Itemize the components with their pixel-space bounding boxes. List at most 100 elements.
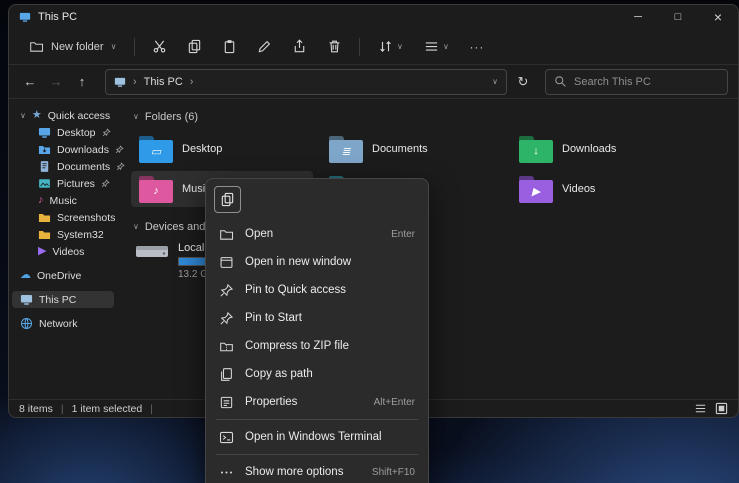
maximize-button[interactable]: □ bbox=[658, 5, 698, 29]
cut-button[interactable] bbox=[143, 33, 176, 61]
folder-icon bbox=[38, 211, 51, 224]
sidebar-quick-access[interactable]: ∨ ★ Quick access bbox=[12, 107, 114, 124]
document-icon bbox=[38, 160, 51, 173]
this-pc-icon bbox=[19, 11, 31, 23]
window-title: This PC bbox=[38, 11, 77, 23]
navigation-pane: ∨ ★ Quick access Desktop Downloads Docum… bbox=[9, 99, 117, 399]
folder-icon: ♪ bbox=[139, 176, 173, 203]
menu-item-open-in-new-window[interactable]: Open in new window bbox=[210, 248, 424, 276]
sort-button[interactable]: ∨ bbox=[368, 33, 412, 61]
menu-item-compress-to-zip[interactable]: Compress to ZIP file bbox=[210, 332, 424, 360]
details-view-button[interactable] bbox=[694, 402, 707, 415]
folder-name: Downloads bbox=[562, 143, 616, 155]
sidebar-item-onedrive[interactable]: ☁ OneDrive bbox=[12, 267, 114, 284]
this-pc-icon bbox=[114, 76, 126, 88]
music-note-icon: ♪ bbox=[38, 195, 44, 206]
folder-name: Documents bbox=[372, 143, 428, 155]
new-folder-icon bbox=[29, 39, 44, 54]
chevron-down-icon: ∨ bbox=[20, 112, 26, 120]
menu-item-copy-as-path[interactable]: Copy as path bbox=[210, 360, 424, 388]
view-button[interactable]: ∨ bbox=[414, 33, 458, 61]
items-count: 8 items bbox=[19, 403, 53, 415]
close-button[interactable]: × bbox=[698, 5, 738, 29]
folder-tile-desktop[interactable]: ▭ Desktop bbox=[131, 131, 313, 167]
pin-icon bbox=[219, 311, 234, 326]
chevron-down-icon: ∨ bbox=[443, 43, 449, 51]
menu-item-open-in-windows-terminal[interactable]: Open in Windows Terminal bbox=[210, 423, 424, 451]
folder-icon bbox=[38, 228, 51, 241]
play-icon: ▶ bbox=[38, 246, 46, 257]
onedrive-cloud-icon: ☁ bbox=[20, 270, 31, 281]
downloads-icon bbox=[38, 143, 51, 156]
pin-icon bbox=[219, 283, 234, 298]
folder-name: Videos bbox=[562, 183, 595, 195]
context-menu-quick-actions bbox=[210, 183, 424, 220]
menu-separator bbox=[216, 419, 418, 420]
picture-icon bbox=[38, 177, 51, 190]
search-icon bbox=[554, 75, 567, 88]
copy-path-icon bbox=[219, 367, 234, 382]
back-button[interactable]: ← bbox=[19, 70, 41, 94]
address-dropdown-icon[interactable]: ∨ bbox=[492, 78, 498, 86]
sidebar-item-system32[interactable]: System32 bbox=[12, 226, 114, 243]
sidebar-item-music[interactable]: ♪ Music bbox=[12, 192, 114, 209]
menu-item-open[interactable]: Open Enter bbox=[210, 220, 424, 248]
sidebar-item-screenshots[interactable]: Screenshots bbox=[12, 209, 114, 226]
menu-item-properties[interactable]: Properties Alt+Enter bbox=[210, 388, 424, 416]
toolbar-separator bbox=[359, 38, 360, 56]
forward-button[interactable]: → bbox=[45, 70, 67, 94]
search-box[interactable] bbox=[545, 69, 728, 95]
rename-button[interactable] bbox=[248, 33, 281, 61]
open-folder-icon bbox=[219, 227, 234, 242]
menu-item-pin-to-start[interactable]: Pin to Start bbox=[210, 304, 424, 332]
hard-drive-icon bbox=[135, 241, 169, 280]
desktop-wallpaper: This PC ─ □ × New folder ∨ bbox=[0, 0, 739, 483]
folder-tile-videos[interactable]: ▶ Videos bbox=[511, 171, 693, 207]
sidebar-item-pictures[interactable]: Pictures bbox=[12, 175, 114, 192]
large-icons-view-button[interactable] bbox=[715, 402, 728, 415]
selection-count: 1 item selected bbox=[72, 403, 143, 415]
folder-tile-documents[interactable]: ≣ Documents bbox=[321, 131, 503, 167]
share-button[interactable] bbox=[283, 33, 316, 61]
breadcrumb-separator: › bbox=[190, 76, 194, 88]
minimize-button[interactable]: ─ bbox=[618, 5, 658, 29]
chevron-down-icon: ∨ bbox=[397, 43, 403, 51]
sidebar-item-desktop[interactable]: Desktop bbox=[12, 124, 114, 141]
search-input[interactable] bbox=[574, 76, 719, 88]
up-button[interactable]: ↑ bbox=[71, 70, 93, 94]
breadcrumb[interactable]: › This PC › ∨ bbox=[105, 69, 507, 95]
sidebar-item-network[interactable]: Network bbox=[12, 315, 114, 332]
new-folder-button[interactable]: New folder ∨ bbox=[19, 33, 126, 61]
sidebar-item-this-pc[interactable]: This PC bbox=[12, 291, 114, 308]
copy-button[interactable] bbox=[214, 186, 241, 213]
folder-icon: ▶ bbox=[519, 176, 553, 203]
terminal-icon bbox=[219, 430, 234, 445]
command-bar: New folder ∨ bbox=[9, 29, 738, 65]
address-bar: ← → ↑ › This PC › ∨ ↻ bbox=[9, 65, 738, 99]
desktop-icon bbox=[38, 126, 51, 139]
menu-item-show-more-options[interactable]: Show more options Shift+F10 bbox=[210, 458, 424, 483]
sidebar-item-videos[interactable]: ▶ Videos bbox=[12, 243, 114, 260]
delete-button[interactable] bbox=[318, 33, 351, 61]
new-window-icon bbox=[219, 255, 234, 270]
folders-section-header[interactable]: ∨ Folders (6) bbox=[133, 111, 738, 123]
see-more-button[interactable]: ··· bbox=[460, 33, 493, 61]
sidebar-item-downloads[interactable]: Downloads bbox=[12, 141, 114, 158]
menu-separator bbox=[216, 454, 418, 455]
this-pc-icon bbox=[20, 293, 33, 306]
copy-button[interactable] bbox=[178, 33, 211, 61]
folder-tile-downloads[interactable]: ↓ Downloads bbox=[511, 131, 693, 167]
quick-access-star-icon: ★ bbox=[32, 110, 42, 121]
titlebar[interactable]: This PC ─ □ × bbox=[9, 5, 738, 29]
chevron-down-icon: ∨ bbox=[111, 43, 117, 51]
network-globe-icon bbox=[20, 317, 33, 330]
chevron-down-icon: ∨ bbox=[133, 223, 139, 231]
menu-item-pin-to-quick-access[interactable]: Pin to Quick access bbox=[210, 276, 424, 304]
refresh-button[interactable]: ↻ bbox=[511, 70, 535, 94]
properties-icon bbox=[219, 395, 234, 410]
sidebar-item-documents[interactable]: Documents bbox=[12, 158, 114, 175]
paste-button[interactable] bbox=[213, 33, 246, 61]
chevron-down-icon: ∨ bbox=[133, 113, 139, 121]
breadcrumb-this-pc[interactable]: This PC bbox=[144, 76, 183, 88]
context-menu: Open Enter Open in new window Pin to Qui… bbox=[205, 178, 429, 483]
